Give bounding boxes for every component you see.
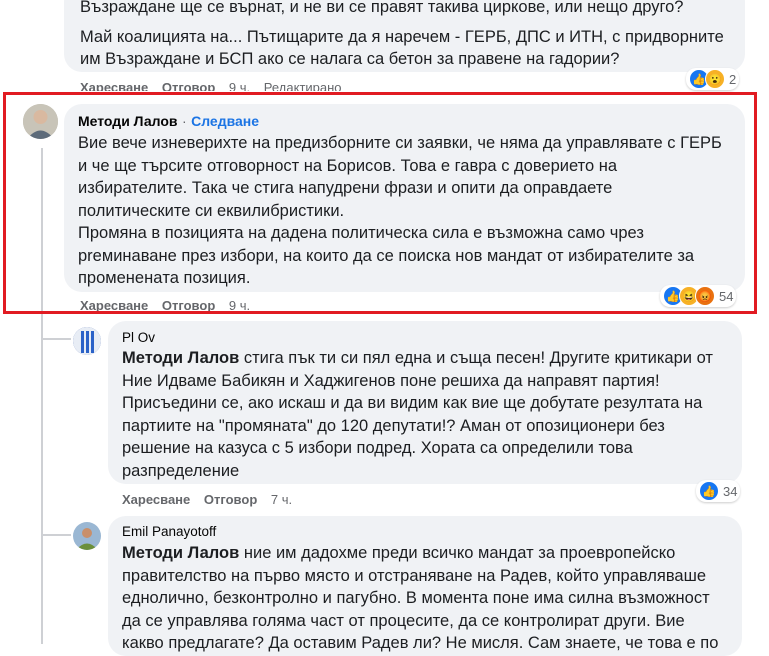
- reply-text: Методи Лалов стига пък ти си пял една и …: [122, 347, 734, 482]
- reaction-count: 34: [723, 483, 738, 499]
- wow-reaction-icon: 😮: [705, 69, 725, 89]
- avatar[interactable]: [73, 327, 101, 355]
- reply-text: Методи Лалов ние им дадохме преди всичко…: [122, 542, 734, 655]
- thread-branch: [41, 338, 71, 340]
- highlight-frame: [3, 92, 757, 314]
- author-name[interactable]: Pl Ov: [122, 330, 155, 345]
- reaction-summary[interactable]: 👍 34: [696, 480, 741, 502]
- avatar[interactable]: [73, 522, 101, 550]
- thread-line: [41, 318, 43, 644]
- like-reaction-icon: 👍: [699, 481, 719, 501]
- author-name[interactable]: Emil Panayotoff: [122, 524, 216, 539]
- reaction-count: 2: [729, 71, 737, 87]
- reply-body: стига пък ти си пял една и съща песен! Д…: [122, 349, 713, 480]
- previous-comment-line: Май коалицията на... Пътищарите да я нар…: [80, 28, 724, 46]
- reply-button[interactable]: Отговор: [204, 492, 257, 507]
- mention-link[interactable]: Методи Лалов: [122, 349, 239, 367]
- like-button[interactable]: Харесване: [122, 492, 190, 507]
- thread-branch: [41, 534, 71, 536]
- reaction-summary[interactable]: 👍 😮 2: [686, 68, 740, 90]
- timestamp: 7 ч.: [270, 492, 293, 507]
- mention-link[interactable]: Методи Лалов: [122, 544, 239, 562]
- previous-comment-line: Възраждане ще се върнат, и не ви се прав…: [80, 0, 684, 16]
- previous-comment-line: им Възраждане и БСП ако се налага са бет…: [80, 50, 620, 68]
- reply-actions: Харесване Отговор 7 ч.: [122, 492, 302, 507]
